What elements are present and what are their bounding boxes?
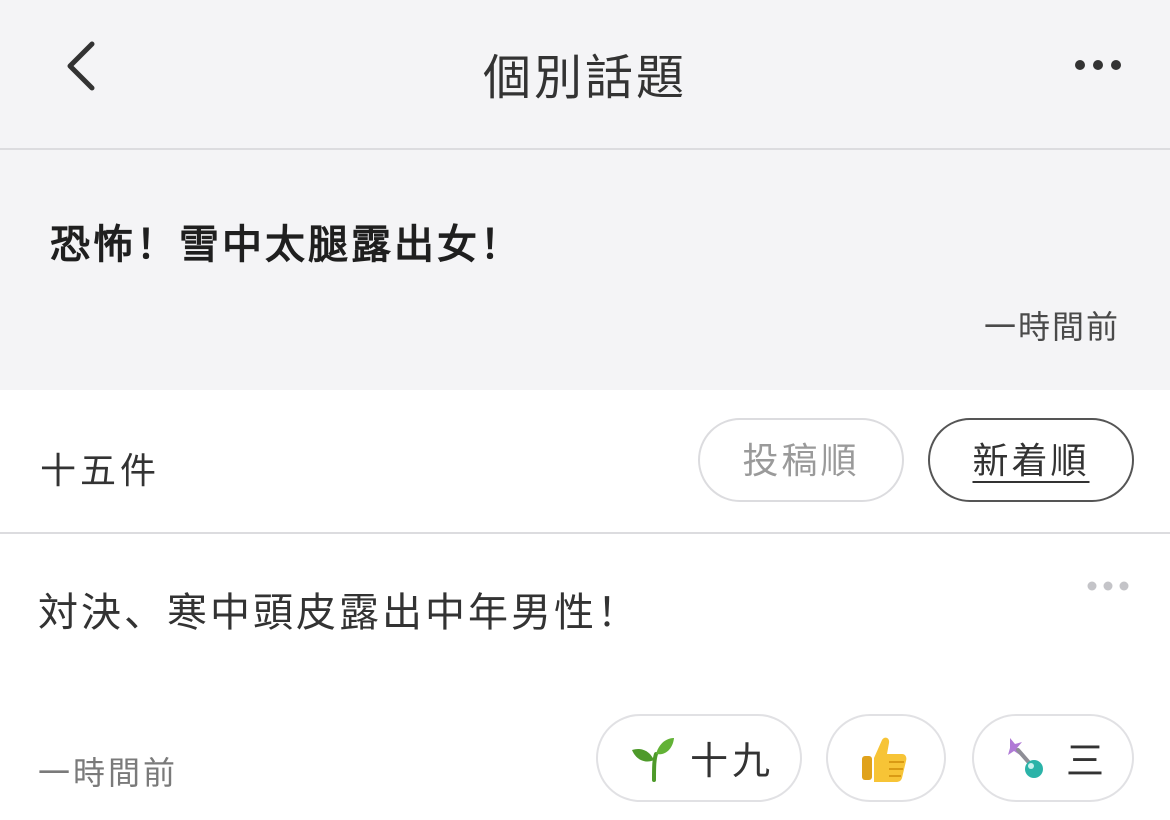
page-title: 個別話題: [482, 50, 687, 106]
reaction-thumbs-up-button[interactable]: [826, 714, 946, 802]
sort-option-label: 新着順: [972, 441, 1090, 482]
more-horizontal-icon: [1087, 581, 1129, 591]
sparkle-wand-icon: [1008, 738, 1043, 778]
reaction-sprout-button[interactable]: 十九: [596, 714, 802, 802]
post-count: 十五件: [40, 451, 161, 492]
sort-by-post-order-button[interactable]: 投稿順: [698, 418, 904, 502]
sort-by-newest-button[interactable]: 新着順: [928, 418, 1134, 502]
reaction-sparkle-button[interactable]: 三: [972, 714, 1134, 802]
topic-timestamp: 一時間前: [983, 308, 1120, 346]
topic-title: 恐怖！雪中太腿露出女！: [50, 222, 523, 268]
post-timestamp: 一時間前: [38, 754, 179, 792]
thumbs-up-icon: [862, 737, 907, 782]
topic-header: 恐怖！雪中太腿露出女！ 一時間前: [0, 150, 1170, 390]
reaction-count: 三: [1066, 739, 1109, 783]
sort-option-label: 投稿順: [742, 441, 860, 482]
sprout-icon: [632, 738, 674, 782]
post-body: 対決、寒中頭皮露出中年男性！: [38, 590, 640, 636]
more-horizontal-icon: [1075, 60, 1121, 70]
more-button[interactable]: [1070, 50, 1130, 80]
reaction-count: 十九: [690, 739, 775, 783]
post-item: 対決、寒中頭皮露出中年男性！ 一時間前 十九 三: [0, 534, 1170, 820]
sort-bar: 十五件 投稿順 新着順: [0, 390, 1170, 534]
post-menu-button[interactable]: [1082, 576, 1142, 596]
nav-bar: 個別話題: [0, 0, 1170, 150]
